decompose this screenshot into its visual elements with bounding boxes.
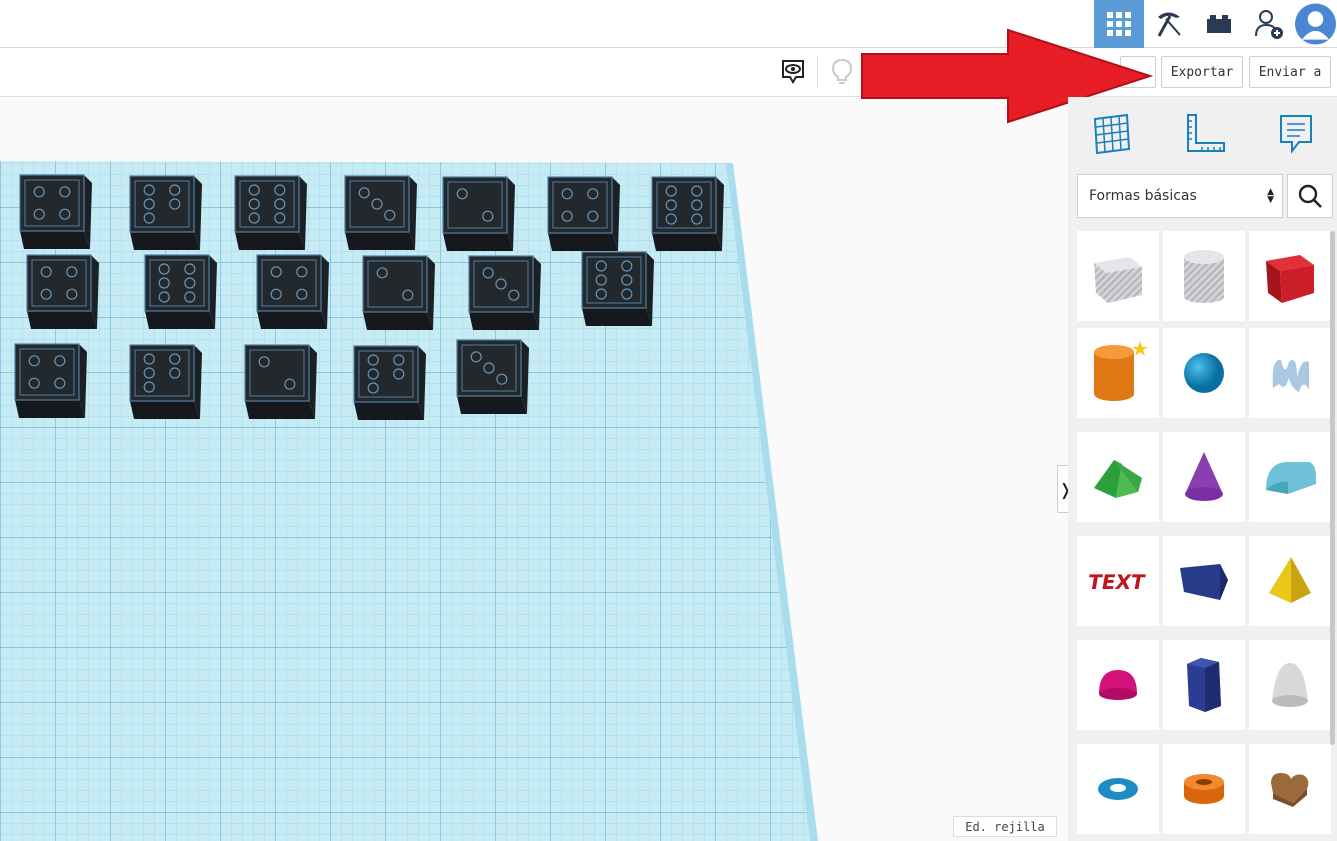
die[interactable] bbox=[129, 344, 202, 419]
shape-heart[interactable] bbox=[1249, 744, 1331, 834]
shape-pyramid[interactable] bbox=[1249, 536, 1331, 626]
avatar[interactable] bbox=[1294, 0, 1337, 48]
shape-torus[interactable] bbox=[1077, 744, 1159, 834]
die[interactable] bbox=[442, 176, 515, 251]
die[interactable] bbox=[26, 254, 99, 329]
die[interactable] bbox=[144, 254, 217, 329]
svg-text:TEXT: TEXT bbox=[1088, 570, 1147, 594]
die[interactable] bbox=[234, 175, 307, 250]
shape-category-label: Formas básicas bbox=[1089, 188, 1197, 204]
die[interactable] bbox=[468, 255, 541, 330]
shape-polygon[interactable] bbox=[1163, 536, 1245, 626]
ruler-tool-icon[interactable] bbox=[1178, 109, 1230, 159]
die[interactable] bbox=[19, 174, 92, 249]
notes-tool-icon[interactable] bbox=[1270, 109, 1322, 159]
die[interactable] bbox=[362, 255, 435, 330]
grid-edit-button[interactable]: Ed. rejilla bbox=[953, 816, 1057, 837]
shape-cone[interactable] bbox=[1163, 432, 1245, 522]
shape-hole-cylinder[interactable] bbox=[1163, 231, 1245, 321]
favorite-star-icon bbox=[1132, 341, 1148, 356]
shape-category-select[interactable]: Formas básicas ▲ ▼ bbox=[1077, 174, 1283, 218]
shapes-panel: Formas básicas ▲ ▼ TEXT bbox=[1068, 97, 1337, 841]
die[interactable] bbox=[651, 176, 724, 251]
shape-roof[interactable] bbox=[1077, 432, 1159, 522]
die[interactable] bbox=[256, 254, 329, 329]
die[interactable] bbox=[344, 175, 417, 250]
search-button[interactable] bbox=[1287, 174, 1333, 218]
grid-tool-icon[interactable] bbox=[1086, 109, 1138, 159]
workplane[interactable] bbox=[0, 97, 1068, 841]
shape-box[interactable] bbox=[1249, 231, 1331, 321]
shape-sphere[interactable] bbox=[1163, 328, 1245, 418]
export-button[interactable]: Exportar bbox=[1161, 56, 1243, 88]
separator bbox=[817, 56, 818, 88]
shape-cylinder[interactable] bbox=[1077, 328, 1159, 418]
shape-prism[interactable] bbox=[1163, 640, 1245, 730]
notes-visibility-icon[interactable] bbox=[776, 56, 810, 88]
die[interactable] bbox=[14, 343, 87, 418]
lightbulb-icon[interactable] bbox=[825, 56, 859, 88]
shape-scribble[interactable] bbox=[1249, 328, 1331, 418]
die[interactable] bbox=[244, 344, 317, 419]
workplane-viewport[interactable]: Ed. rejilla bbox=[0, 97, 1068, 841]
shape-half-sphere[interactable] bbox=[1077, 640, 1159, 730]
send-to-button[interactable]: Enviar a bbox=[1249, 56, 1331, 88]
bricks-icon[interactable] bbox=[1194, 0, 1244, 48]
shape-tube[interactable] bbox=[1163, 744, 1245, 834]
select-arrows-icon: ▲ ▼ bbox=[1267, 187, 1274, 205]
shape-paraboloid[interactable] bbox=[1249, 640, 1331, 730]
die[interactable] bbox=[547, 176, 620, 251]
die[interactable] bbox=[581, 251, 654, 326]
shape-text[interactable]: TEXT bbox=[1077, 536, 1159, 626]
panel-scrollbar[interactable] bbox=[1330, 231, 1335, 745]
die[interactable] bbox=[456, 339, 529, 414]
search-icon bbox=[1298, 184, 1322, 208]
die[interactable] bbox=[129, 175, 202, 250]
shape-hole-box[interactable] bbox=[1077, 231, 1159, 321]
add-user-icon[interactable] bbox=[1244, 0, 1294, 48]
die[interactable] bbox=[353, 345, 426, 420]
shape-round-roof[interactable] bbox=[1249, 432, 1331, 522]
